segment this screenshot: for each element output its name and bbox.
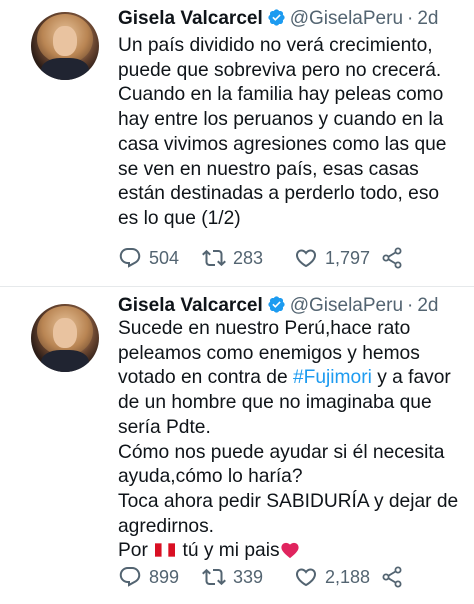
retweet-count: 339 (233, 566, 264, 587)
tweet-text-line: están destinadas a perderlo todo, eso (118, 183, 440, 205)
author-handle[interactable]: @GiselaPeru (290, 8, 403, 29)
tweet-text-line: se ven en nuestro país, esas casas (118, 158, 419, 180)
retweet-button[interactable]: 339 (202, 565, 263, 589)
verified-badge-icon (268, 296, 285, 313)
verified-badge-icon (268, 9, 285, 26)
share-icon (382, 566, 402, 588)
reply-icon (119, 248, 141, 268)
red-heart-icon (280, 543, 299, 559)
hashtag-link[interactable]: #Fujimori (293, 367, 372, 388)
peru-flag-icon (155, 543, 176, 557)
tweet-text-line: hay entre los peruanos y cuando en la (118, 109, 444, 131)
reply-count: 504 (149, 247, 180, 268)
tweet-text-line: casa vivimos agresiones como las que (118, 133, 447, 155)
reply-count: 899 (149, 566, 180, 587)
reply-button[interactable]: 899 (118, 565, 179, 589)
author-name[interactable]: Gisela Valcarcel (118, 8, 263, 29)
tweet-text-line: Sucede en nuestro Perú,hace rato (118, 318, 411, 339)
tweet-text: Un país dividido no verá crecimiento, pu… (118, 34, 468, 232)
tweet-text-line: puede que sobreviva pero no crecerá. (118, 59, 442, 81)
reply-icon (119, 567, 141, 587)
tweet-header: Gisela Valcarcel @GiselaPeru · 2d (118, 6, 438, 32)
tweet-2[interactable]: Gisela Valcarcel @GiselaPeru · 2d Sucede en… (0, 287, 474, 604)
tweet-text-line: de un hombre que no imaginaba que (118, 392, 432, 414)
tweet-text-line: Por tú y mi pais (118, 539, 468, 564)
tweet-timestamp[interactable]: 2d (417, 8, 438, 29)
retweet-button[interactable]: 283 (202, 246, 263, 270)
tweet-text-line: agredirnos. (118, 515, 214, 537)
text-segment: Por (118, 540, 154, 562)
share-button[interactable] (380, 565, 404, 589)
separator-dot: · (407, 295, 414, 316)
tweet-text-line: Un país dividido no verá crecimiento, (118, 35, 433, 56)
like-count: 1,797 (325, 247, 371, 268)
tweet-1[interactable]: Gisela Valcarcel @GiselaPeru · 2d Un país d… (0, 0, 474, 287)
text-segment: y a favor (371, 367, 451, 389)
author-name[interactable]: Gisela Valcarcel (118, 295, 263, 316)
reply-button[interactable]: 504 (118, 246, 179, 270)
tweet-text-line: Cuando en la familia hay peleas como (118, 84, 444, 106)
text-segment: votado en contra de (118, 367, 293, 389)
retweet-count: 283 (233, 247, 264, 268)
tweet-text-line: Toca ahora pedir SABIDURÍA y dejar de (118, 490, 459, 512)
separator-dot: · (407, 8, 414, 29)
tweet-text-line: es lo que (1/2) (118, 207, 241, 229)
text-segment: tú y mi pais (177, 540, 280, 562)
tweet-text-line: votado en contra de #Fujimori y a favor (118, 366, 468, 391)
author-avatar[interactable] (31, 304, 99, 372)
share-icon (382, 247, 402, 269)
tweet-text-line: peleamos como enemigos y hemos (118, 342, 420, 364)
tweet-timestamp[interactable]: 2d (417, 295, 438, 316)
heart-icon (295, 249, 317, 268)
tweet-text-line: Cómo nos puede ayudar si él necesita (118, 441, 445, 463)
like-button[interactable]: 1,797 (294, 246, 370, 270)
author-avatar[interactable] (31, 12, 99, 80)
like-count: 2,188 (325, 566, 371, 587)
share-button[interactable] (380, 246, 404, 270)
like-button[interactable]: 2,188 (294, 565, 370, 589)
retweet-icon (202, 568, 226, 586)
heart-icon (295, 568, 317, 587)
tweet-header: Gisela Valcarcel @GiselaPeru · 2d (118, 293, 438, 319)
tweet-text-line: sería Pdte. (118, 416, 211, 438)
retweet-icon (202, 249, 226, 267)
tweet-text: Sucede en nuestro Perú,hace rato peleamo… (118, 317, 468, 564)
tweet-text-line: ayuda,cómo lo haría? (118, 466, 303, 488)
author-handle[interactable]: @GiselaPeru (290, 295, 403, 316)
